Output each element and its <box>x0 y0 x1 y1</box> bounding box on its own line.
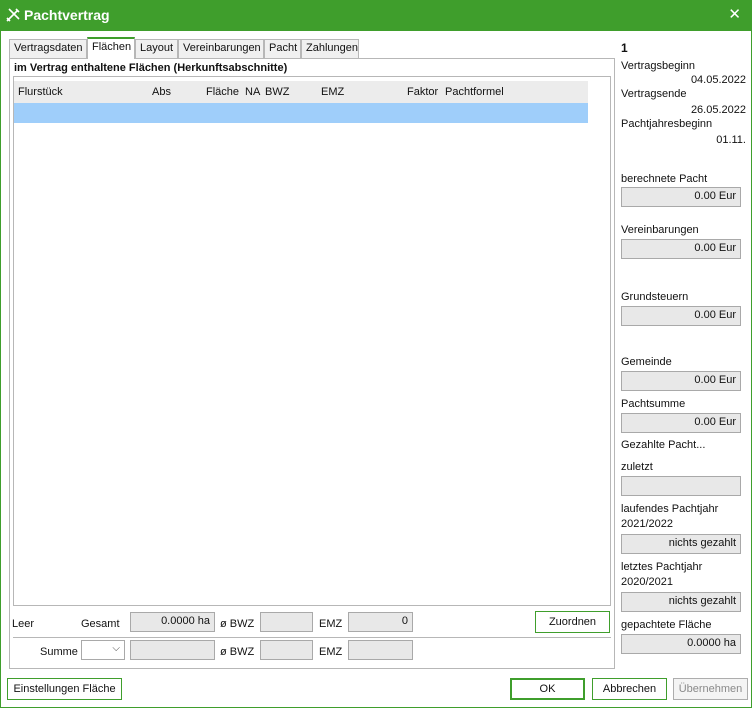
close-icon[interactable]: ✕ <box>728 7 741 23</box>
laufendes-pachtjahr-label: laufendes Pachtjahr <box>621 503 719 515</box>
dialog-window: Pachtvertrag ✕ Vertragsdaten Flächen Lay… <box>0 0 752 708</box>
gezahlte-pacht-link[interactable]: Gezahlte Pacht... <box>621 439 705 451</box>
grundsteuern-field: 0.00 Eur <box>621 306 741 326</box>
bwz2-field <box>260 640 313 660</box>
vertragsbeginn-value: 04.05.2022 <box>690 74 746 86</box>
pachtsumme-field: 0.00 Eur <box>621 413 741 433</box>
emz2-field <box>348 640 413 660</box>
apply-button[interactable]: Übernehmen <box>673 678 748 700</box>
gesamt-label: Gesamt <box>81 618 120 630</box>
pachtjahresbeginn-label: Pachtjahresbeginn <box>621 118 713 130</box>
ok-button[interactable]: OK <box>510 678 585 700</box>
divider <box>13 637 611 638</box>
tab-layout[interactable]: Layout <box>135 39 178 58</box>
column-emz[interactable]: EMZ <box>321 86 344 98</box>
leer-label: Leer <box>12 618 35 630</box>
column-bwz[interactable]: BWZ <box>265 86 289 98</box>
window-title: Pachtvertrag <box>24 7 110 23</box>
vertragsende-value: 26.05.2022 <box>690 104 746 116</box>
column-faktor[interactable]: Faktor <box>407 86 438 98</box>
column-flaeche[interactable]: Fläche <box>206 86 239 98</box>
zuordnen-button[interactable]: Zuordnen <box>535 611 610 633</box>
column-flurstueck[interactable]: Flurstück <box>18 86 63 98</box>
tab-pacht[interactable]: Pacht <box>264 39 301 58</box>
letztes-pachtjahr-label: letztes Pachtjahr <box>621 561 703 573</box>
emz-field: 0 <box>348 612 413 632</box>
emz-label: EMZ <box>319 618 343 630</box>
letztes-pachtjahr-year: 2020/2021 <box>621 576 673 588</box>
tools-icon <box>6 8 20 22</box>
cancel-button[interactable]: Abbrechen <box>592 678 667 700</box>
gemeinde-label: Gemeinde <box>621 356 672 368</box>
summe-field <box>130 640 215 660</box>
zuletzt-field <box>621 476 741 496</box>
berechnete-pacht-label: berechnete Pacht <box>621 173 708 185</box>
flaechen-panel: im Vertrag enthaltene Flächen (Herkunfts… <box>9 58 615 669</box>
column-abs[interactable]: Abs <box>152 86 171 98</box>
vertragsende-label: Vertragsende <box>621 88 687 100</box>
tab-flaechen[interactable]: Flächen <box>87 37 135 59</box>
vereinbarungen-field: 0.00 Eur <box>621 239 741 259</box>
vereinbarungen-label: Vereinbarungen <box>621 224 699 236</box>
letztes-pachtjahr-field: nichts gezahlt <box>621 592 741 612</box>
column-na[interactable]: NA <box>245 86 260 98</box>
gepachtete-flaeche-field: 0.0000 ha <box>621 634 741 654</box>
table-row[interactable] <box>14 103 588 123</box>
bwz-field <box>260 612 313 632</box>
gepachtete-flaeche-label: gepachtete Fläche <box>621 619 712 631</box>
column-pachtformel[interactable]: Pachtformel <box>445 86 504 98</box>
grundsteuern-label: Grundsteuern <box>621 291 689 303</box>
tab-zahlungen[interactable]: Zahlungen <box>301 39 359 58</box>
contract-number: 1 <box>621 41 628 55</box>
bwz-label: ø BWZ <box>220 618 255 630</box>
tab-vertragsdaten[interactable]: Vertragsdaten <box>9 39 87 58</box>
tab-vereinbarungen[interactable]: Vereinbarungen <box>178 39 264 58</box>
chevron-down-icon: ⌵ <box>112 643 120 654</box>
flaechen-table[interactable]: Flurstück Abs Fläche NA BWZ EMZ Faktor P… <box>13 76 611 606</box>
emz2-label: EMZ <box>319 646 343 658</box>
bwz2-label: ø BWZ <box>220 646 255 658</box>
zuletzt-label: zuletzt <box>621 461 653 473</box>
panel-heading: im Vertrag enthaltene Flächen (Herkunfts… <box>14 62 288 74</box>
vertragsbeginn-label: Vertragsbeginn <box>621 60 695 72</box>
table-header: Flurstück Abs Fläche NA BWZ EMZ Faktor P… <box>14 81 588 103</box>
laufendes-pachtjahr-year: 2021/2022 <box>621 518 673 530</box>
gemeinde-field: 0.00 Eur <box>621 371 741 391</box>
summe-label: Summe <box>40 646 78 658</box>
laufendes-pachtjahr-field: nichts gezahlt <box>621 534 741 554</box>
berechnete-pacht-field: 0.00 Eur <box>621 187 741 207</box>
pachtsumme-label: Pachtsumme <box>621 398 686 410</box>
gesamt-field: 0.0000 ha <box>130 612 215 632</box>
title-bar: Pachtvertrag ✕ <box>1 1 751 31</box>
einstellungen-flaeche-button[interactable]: Einstellungen Fläche <box>7 678 122 700</box>
pachtjahresbeginn-value: 01.11. <box>716 134 746 146</box>
summe-dropdown[interactable]: ⌵ <box>81 640 125 660</box>
